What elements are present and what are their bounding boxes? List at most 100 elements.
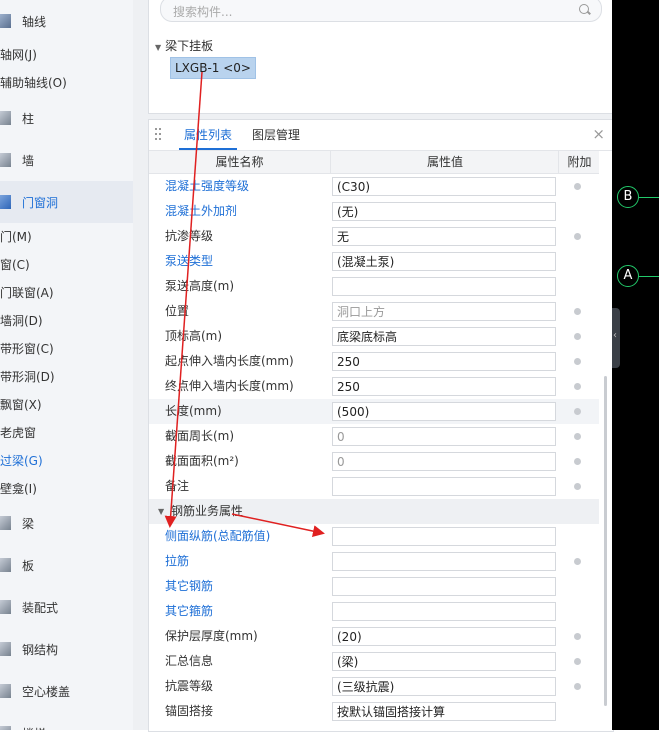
nav-item-window[interactable]: 窗(C) xyxy=(0,251,30,279)
property-value-input[interactable]: 250 xyxy=(332,377,556,396)
tree-node-root[interactable]: ▼ 梁下挂板 xyxy=(155,37,213,54)
property-value-input[interactable] xyxy=(332,577,556,596)
extra-checkbox[interactable] xyxy=(574,633,581,640)
extra-checkbox[interactable] xyxy=(574,658,581,665)
collapse-panel-button[interactable]: ‹ xyxy=(612,308,620,368)
property-value-input[interactable]: (三级抗震) xyxy=(332,677,556,696)
table-row[interactable]: 位置 洞口上方 xyxy=(149,299,599,324)
property-name[interactable]: 混凝土强度等级 xyxy=(165,174,249,199)
nav-category-door-window[interactable]: 门窗洞 xyxy=(0,181,133,223)
nav-category-steel[interactable]: 钢结构 xyxy=(0,628,133,670)
extra-checkbox[interactable] xyxy=(574,558,581,565)
extra-checkbox[interactable] xyxy=(574,233,581,240)
table-row[interactable]: 保护层厚度(mm) (20) xyxy=(149,624,599,649)
search-input[interactable]: 搜索构件... xyxy=(160,0,602,22)
property-name[interactable]: 混凝土外加剂 xyxy=(165,199,237,224)
nav-item-lintel[interactable]: 过梁(G) xyxy=(0,447,43,475)
property-name[interactable]: 泵送类型 xyxy=(165,249,213,274)
table-row[interactable]: 抗渗等级 无 xyxy=(149,224,599,249)
property-name[interactable]: 侧面纵筋(总配筋值) xyxy=(165,524,270,549)
nav-item-wall-opening[interactable]: 墙洞(D) xyxy=(0,307,43,335)
search-icon[interactable] xyxy=(579,4,589,14)
property-name[interactable]: 其它钢筋 xyxy=(165,574,213,599)
nav-item-dormer[interactable]: 老虎窗 xyxy=(0,419,36,447)
extra-checkbox[interactable] xyxy=(574,483,581,490)
panel-tabbar: 属性列表 图层管理 × xyxy=(149,120,613,151)
table-row[interactable]: 泵送类型 (混凝土泵) xyxy=(149,249,599,274)
table-row[interactable]: 抗震等级 (三级抗震) xyxy=(149,674,599,699)
extra-checkbox[interactable] xyxy=(574,333,581,340)
table-row[interactable]: 拉筋 xyxy=(149,549,599,574)
table-row[interactable]: 汇总信息 (梁) xyxy=(149,649,599,674)
tab-properties[interactable]: 属性列表 xyxy=(179,120,238,150)
extra-checkbox[interactable] xyxy=(574,408,581,415)
property-value-input[interactable]: 无 xyxy=(332,227,556,246)
nav-item-door-window-combo[interactable]: 门联窗(A) xyxy=(0,279,54,307)
table-row[interactable]: 顶标高(m) 底梁底标高 xyxy=(149,324,599,349)
nav-category-column[interactable]: 柱 xyxy=(0,97,133,139)
table-row[interactable]: 侧面纵筋(总配筋值) xyxy=(149,524,599,549)
nav-item-aux-axis[interactable]: 辅助轴线(O) xyxy=(0,69,67,97)
extra-checkbox[interactable] xyxy=(574,383,581,390)
property-value-input[interactable] xyxy=(332,277,556,296)
nav-category-beam[interactable]: 梁 xyxy=(0,502,133,544)
property-value-input[interactable] xyxy=(332,477,556,496)
property-value-input[interactable]: (无) xyxy=(332,202,556,221)
tab-layers[interactable]: 图层管理 xyxy=(247,120,305,150)
property-value-input[interactable]: (500) xyxy=(332,402,556,421)
extra-checkbox[interactable] xyxy=(574,308,581,315)
close-icon[interactable]: × xyxy=(592,126,605,142)
nav-category-wall[interactable]: 墙 xyxy=(0,139,133,181)
table-row[interactable]: 泵送高度(m) xyxy=(149,274,599,299)
extra-checkbox[interactable] xyxy=(574,683,581,690)
nav-category-hollow-floor[interactable]: 空心楼盖 xyxy=(0,670,133,712)
property-value-input[interactable]: (20) xyxy=(332,627,556,646)
table-row[interactable]: 混凝土强度等级 (C30) xyxy=(149,174,599,199)
table-row[interactable]: 终点伸入墙内长度(mm) 250 xyxy=(149,374,599,399)
nav-category-axis[interactable]: 轴线 xyxy=(0,0,133,42)
extra-checkbox[interactable] xyxy=(574,183,581,190)
scrollbar[interactable] xyxy=(604,376,607,706)
property-value-input[interactable] xyxy=(332,552,556,571)
nav-category-prefab[interactable]: 装配式 xyxy=(0,586,133,628)
nav-item-grid[interactable]: 轴网(J) xyxy=(0,41,37,69)
nav-item-bay-window[interactable]: 飘窗(X) xyxy=(0,391,42,419)
property-value-input[interactable]: (混凝土泵) xyxy=(332,252,556,271)
table-row[interactable]: 锚固搭接 按默认锚固搭接计算 xyxy=(149,699,599,724)
table-header: 属性名称 属性值 附加 xyxy=(149,151,599,174)
nav-item-door[interactable]: 门(M) xyxy=(0,223,32,251)
nav-category-stairs[interactable]: 楼梯 xyxy=(0,712,133,730)
table-row[interactable]: 截面周长(m) 0 xyxy=(149,424,599,449)
nav-item-strip-opening[interactable]: 带形洞(D) xyxy=(0,363,55,391)
nav-item-strip-window[interactable]: 带形窗(C) xyxy=(0,335,54,363)
nav-item-niche[interactable]: 壁龛(I) xyxy=(0,475,37,503)
property-value-input[interactable]: (C30) xyxy=(332,177,556,196)
property-value-input[interactable]: 250 xyxy=(332,352,556,371)
nav-category-slab[interactable]: 板 xyxy=(0,544,133,586)
property-name[interactable]: 其它箍筋 xyxy=(165,599,213,624)
tree-node-selected[interactable]: LXGB-1 <0> xyxy=(170,57,256,79)
extra-checkbox[interactable] xyxy=(574,358,581,365)
property-name[interactable]: 拉筋 xyxy=(165,549,189,574)
table-row[interactable]: 截面面积(m²) 0 xyxy=(149,449,599,474)
nav-category-label: 梁 xyxy=(22,516,35,531)
property-value-input[interactable] xyxy=(332,602,556,621)
group-header-rebar[interactable]: ▼ 钢筋业务属性 xyxy=(149,499,599,524)
property-value-input[interactable]: 按默认锚固搭接计算 xyxy=(332,702,556,721)
triangle-down-icon[interactable]: ▼ xyxy=(155,43,161,52)
table-row[interactable]: 备注 xyxy=(149,474,599,499)
drawing-canvas[interactable]: B A ‹ xyxy=(612,0,659,730)
property-value-input[interactable]: (梁) xyxy=(332,652,556,671)
extra-checkbox[interactable] xyxy=(574,458,581,465)
property-value-input[interactable] xyxy=(332,527,556,546)
table-row[interactable]: 其它箍筋 xyxy=(149,599,599,624)
table-row[interactable]: 长度(mm) (500) xyxy=(149,399,599,424)
property-name: 泵送高度(m) xyxy=(165,279,235,293)
table-row[interactable]: 其它钢筋 xyxy=(149,574,599,599)
extra-checkbox[interactable] xyxy=(574,433,581,440)
triangle-down-icon[interactable]: ▼ xyxy=(158,507,164,516)
table-row[interactable]: 起点伸入墙内长度(mm) 250 xyxy=(149,349,599,374)
property-value-input[interactable]: 底梁底标高 xyxy=(332,327,556,346)
table-row[interactable]: 混凝土外加剂 (无) xyxy=(149,199,599,224)
drag-handle-icon[interactable] xyxy=(155,128,163,142)
